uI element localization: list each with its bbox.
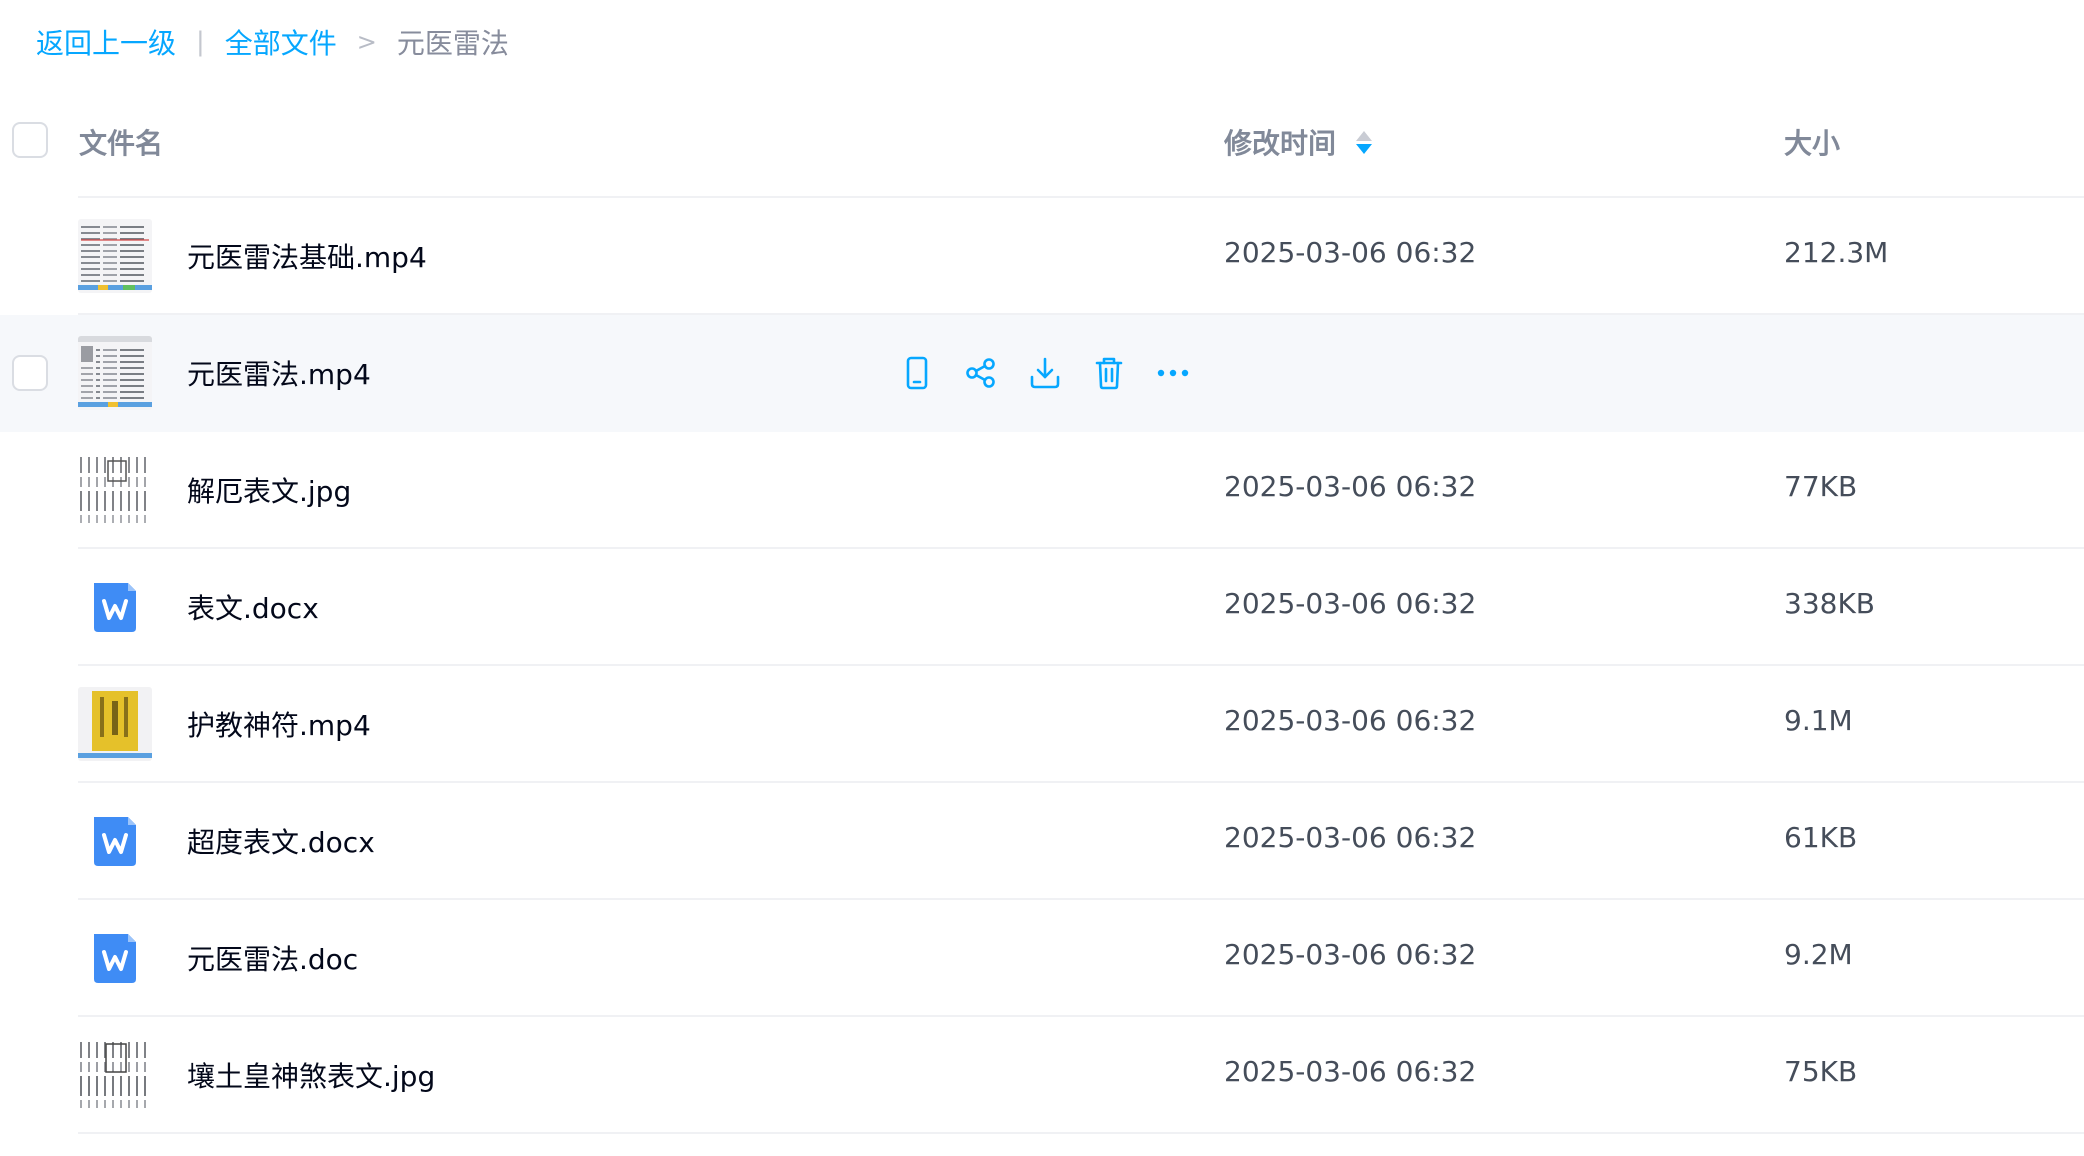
file-modified-time: 2025-03-06 06:32 [1224, 1055, 1477, 1088]
download-icon [1028, 356, 1062, 390]
table-header: 文件名 修改时间 大小 [0, 100, 2084, 198]
file-size: 61KB [1784, 821, 1858, 854]
delete-button[interactable] [1085, 349, 1133, 397]
share-button[interactable] [957, 349, 1005, 397]
column-header-modified[interactable]: 修改时间 [1224, 122, 1373, 162]
file-row[interactable]: 解厄表文.jpg 2025-03-06 06:32 77KB [0, 432, 2084, 549]
column-header-size[interactable]: 大小 [1784, 122, 1840, 162]
file-size: 212.3M [1784, 236, 1889, 269]
file-row[interactable]: 元医雷法.mp4 [0, 315, 2084, 432]
breadcrumb-current: 元医雷法 [396, 27, 509, 60]
file-name[interactable]: 超度表文.docx [187, 821, 375, 861]
file-row[interactable]: 元医雷法基础.mp4 2025-03-06 06:32 212.3M [0, 198, 2084, 315]
breadcrumb-separator: | [196, 27, 205, 57]
file-modified-time: 2025-03-06 06:32 [1224, 587, 1477, 620]
file-modified-time: 2025-03-06 06:32 [1224, 821, 1477, 854]
file-row[interactable]: 元医雷法.doc 2025-03-06 06:32 9.2M [0, 900, 2084, 1017]
word-doc-icon [78, 921, 152, 995]
file-name[interactable]: 表文.docx [187, 587, 319, 627]
phone-icon [902, 356, 932, 390]
share-icon [964, 356, 998, 390]
file-modified-time: 2025-03-06 06:32 [1224, 704, 1477, 737]
file-name[interactable]: 元医雷法.doc [187, 938, 358, 978]
column-header-name[interactable]: 文件名 [79, 122, 163, 162]
breadcrumb-arrow: > [356, 28, 377, 56]
sort-desc-arrow-icon [1356, 143, 1373, 154]
video-thumbnail-icon [78, 219, 152, 293]
file-name[interactable]: 解厄表文.jpg [187, 470, 351, 510]
image-thumbnail-icon [78, 1038, 152, 1112]
video-thumbnail-icon [78, 336, 152, 410]
file-size: 9.2M [1784, 938, 1853, 971]
file-row[interactable]: 表文.docx 2025-03-06 06:32 338KB [0, 549, 2084, 666]
file-size: 338KB [1784, 587, 1876, 620]
file-size: 77KB [1784, 470, 1858, 503]
file-modified-time: 2025-03-06 06:32 [1224, 470, 1477, 503]
delete-icon [1094, 356, 1124, 390]
row-checkbox[interactable] [12, 355, 48, 391]
row-divider [78, 1132, 2084, 1134]
image-thumbnail-icon [78, 453, 152, 527]
sort-asc-arrow-icon [1356, 130, 1373, 141]
send-to-phone-button[interactable] [893, 349, 941, 397]
file-name[interactable]: 元医雷法.mp4 [187, 353, 371, 393]
file-row[interactable]: 护教神符.mp4 2025-03-06 06:32 9.1M [0, 666, 2084, 783]
file-name[interactable]: 元医雷法基础.mp4 [187, 236, 427, 276]
breadcrumb: 返回上一级 | 全部文件 > 元医雷法 [36, 18, 509, 66]
more-icon [1156, 368, 1190, 378]
file-size: 75KB [1784, 1055, 1858, 1088]
more-button[interactable] [1149, 349, 1197, 397]
word-doc-icon [78, 804, 152, 878]
file-name[interactable]: 护教神符.mp4 [187, 704, 371, 744]
select-all-checkbox[interactable] [12, 122, 48, 158]
file-size: 9.1M [1784, 704, 1853, 737]
download-button[interactable] [1021, 349, 1069, 397]
row-actions [893, 349, 1213, 397]
breadcrumb-root-link[interactable]: 全部文件 [225, 22, 337, 62]
sort-icon[interactable] [1356, 130, 1373, 154]
video-thumbnail-icon [78, 687, 152, 761]
file-row[interactable]: 超度表文.docx 2025-03-06 06:32 61KB [0, 783, 2084, 900]
column-header-modified-label: 修改时间 [1224, 127, 1337, 160]
file-modified-time: 2025-03-06 06:32 [1224, 938, 1477, 971]
file-row[interactable]: 壤土皇神煞表文.jpg 2025-03-06 06:32 75KB [0, 1017, 2084, 1134]
file-modified-time: 2025-03-06 06:32 [1224, 236, 1477, 269]
back-link[interactable]: 返回上一级 [36, 22, 176, 62]
file-name[interactable]: 壤土皇神煞表文.jpg [187, 1055, 435, 1095]
file-list: 元医雷法基础.mp4 2025-03-06 06:32 212.3M 元医雷法.… [0, 198, 2084, 1134]
word-doc-icon [78, 570, 152, 644]
